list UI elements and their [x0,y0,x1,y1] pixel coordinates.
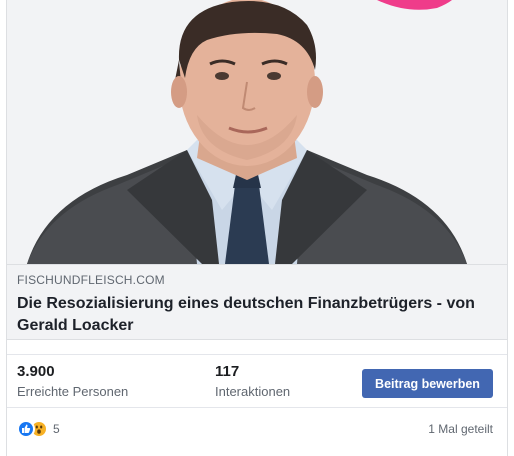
reaction-count[interactable]: 5 [53,422,60,436]
link-preview[interactable]: FISCHUNDFLEISCH.COM Die Resozialisierung… [7,264,507,340]
reach-value: 3.900 [17,363,55,380]
share-count[interactable]: 1 Mal geteilt [428,422,493,436]
link-title[interactable]: Die Resozialisierung eines deutschen Fin… [17,293,487,337]
interactions-stat: 117 Interaktionen [215,363,290,400]
interactions-value: 117 [215,363,240,380]
link-preview-image[interactable] [7,0,507,264]
reach-stat: 3.900 Erreichte Personen [17,363,128,400]
link-domain: FISCHUNDFLEISCH.COM [17,273,165,287]
reach-label: Erreichte Personen [17,384,129,399]
portrait-photo [7,0,507,264]
interactions-label: Interaktionen [215,384,291,399]
reaction-icons[interactable] [17,420,57,438]
reactions-bar: 5 1 Mal geteilt [7,408,507,450]
thumbs-up-icon [17,420,35,438]
post-insights: 3.900 Erreichte Personen 117 Interaktion… [7,354,507,408]
boost-post-button[interactable]: Beitrag bewerben [362,369,493,398]
post-card: FISCHUNDFLEISCH.COM Die Resozialisierung… [0,0,514,456]
